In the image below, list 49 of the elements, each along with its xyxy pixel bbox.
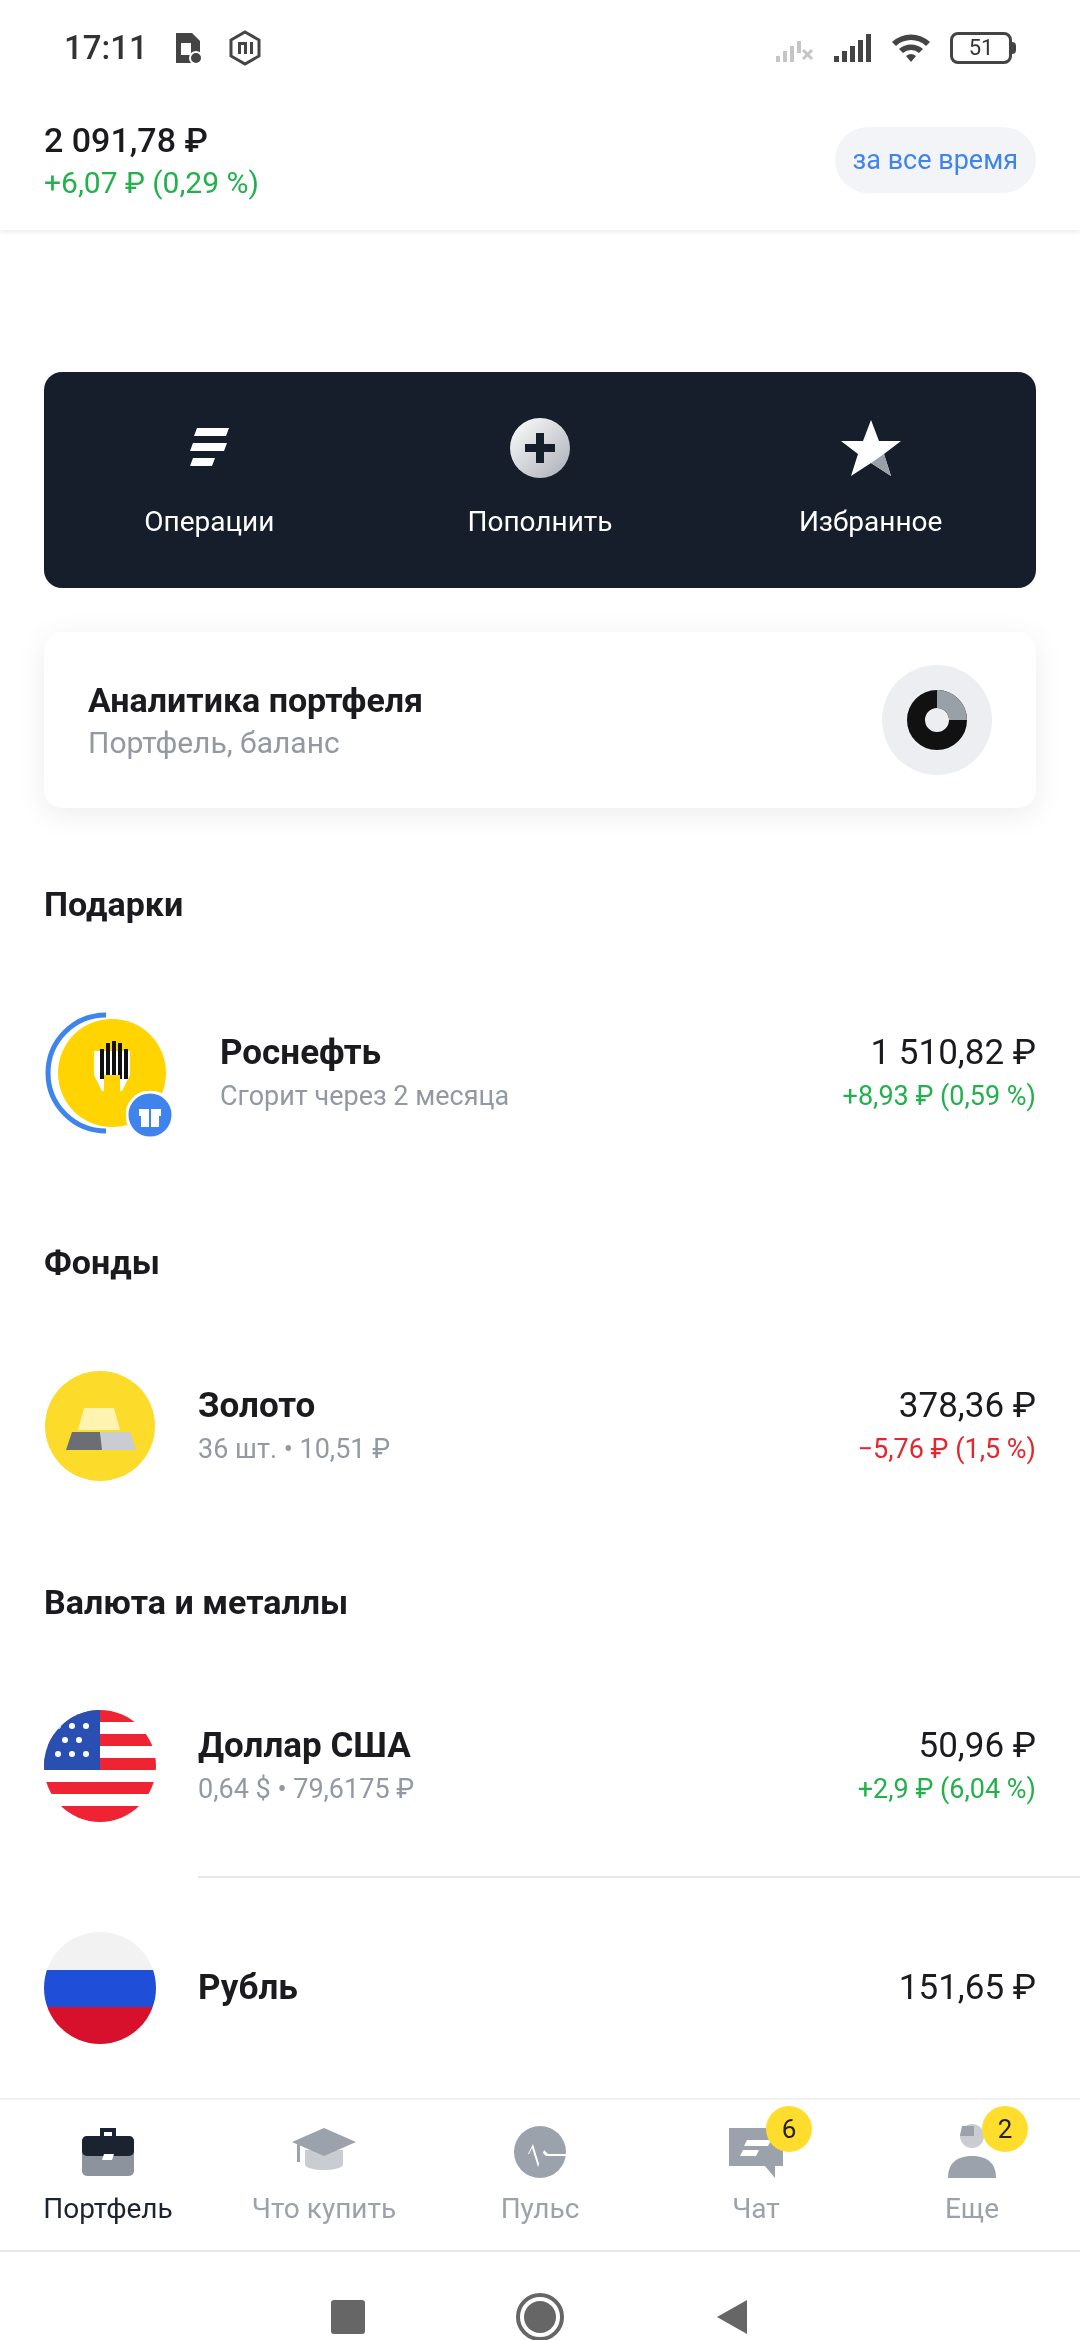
wifi-icon: [890, 32, 932, 64]
asset-value: 378,36 ₽: [898, 1384, 1036, 1428]
section-heading: Фонды: [44, 1241, 160, 1284]
notification-badge: 6: [766, 2106, 812, 2152]
gift-badge-icon: [126, 1091, 174, 1139]
russian-flag-icon: [44, 1932, 156, 2044]
back-button[interactable]: [715, 2298, 749, 2336]
notification-badge: 2: [982, 2106, 1028, 2152]
asset-value: 1 510,82 ₽: [870, 1031, 1036, 1075]
asset-row[interactable]: Доллар США 0,64 $ • 79,6175 ₽ 50,96 ₽ +2,9 ₽ (6,04 %): [0, 1656, 1080, 1876]
donut-chart-icon: [882, 665, 992, 775]
section-heading: Валюта и металлы: [44, 1581, 349, 1624]
asset-row[interactable]: Золото 36 шт. • 10,51 ₽ 378,36 ₽ −5,76 ₽ (1,5 %): [0, 1316, 1080, 1536]
asset-change: +2,9 ₽ (6,04 %): [857, 1772, 1036, 1807]
asset-subtitle: Сгорит через 2 месяца: [220, 1079, 511, 1114]
balance-change: +6,07 ₽ (0,29 %): [44, 164, 259, 202]
hexagon-logo-icon: [227, 30, 262, 66]
asset-change: −5,76 ₽ (1,5 %): [857, 1432, 1036, 1467]
person-icon: [946, 2122, 998, 2180]
asset-row[interactable]: Рубль 151,65 ₽: [0, 1878, 1080, 2098]
pulse-icon: [512, 2124, 568, 2180]
asset-value: 151,65 ₽: [898, 1966, 1036, 2010]
nav-tab[interactable]: Портфель: [43, 2120, 173, 2230]
asset-subtitle: 0,64 $ • 79,6175 ₽: [198, 1772, 416, 1807]
plus-icon: [509, 417, 571, 479]
section-heading: Подарки: [44, 883, 184, 926]
home-button[interactable]: [515, 2292, 565, 2340]
star-icon: [839, 419, 902, 477]
action-button[interactable]: Пополнить: [374, 417, 706, 543]
analytics-title: Аналитика портфеля: [88, 679, 424, 722]
asset-row[interactable]: Роснефть Сгорит через 2 месяца 1 510,82 ₽ +8,93 ₽ (0,59 %): [0, 958, 1080, 1188]
asset-value: 50,96 ₽: [918, 1724, 1036, 1768]
asset-name: Рубль: [198, 1966, 299, 2010]
asset-change: +8,93 ₽ (0,59 %): [842, 1079, 1036, 1114]
sim-settings-icon: [173, 31, 202, 65]
analytics-card[interactable]: Аналитика портфеля Портфель, баланс: [44, 632, 1036, 808]
ingot-icon: [44, 1370, 156, 1482]
action-button[interactable]: Операции: [44, 417, 375, 543]
portfolio-balance: 2 091,78 ₽: [44, 119, 209, 162]
asset-name: Доллар США: [198, 1724, 412, 1768]
battery-indicator: 51: [950, 32, 1016, 64]
us-flag-icon: [44, 1710, 156, 1822]
analytics-subtitle: Портфель, баланс: [88, 724, 341, 762]
signal-icon: [832, 34, 872, 62]
asset-name: Золото: [198, 1384, 317, 1428]
action-button[interactable]: Избранное: [705, 417, 1036, 543]
clock: 17:11: [64, 27, 148, 70]
asset-name: Роснефть: [220, 1031, 383, 1075]
asset-subtitle: 36 шт. • 10,51 ₽: [198, 1432, 392, 1467]
